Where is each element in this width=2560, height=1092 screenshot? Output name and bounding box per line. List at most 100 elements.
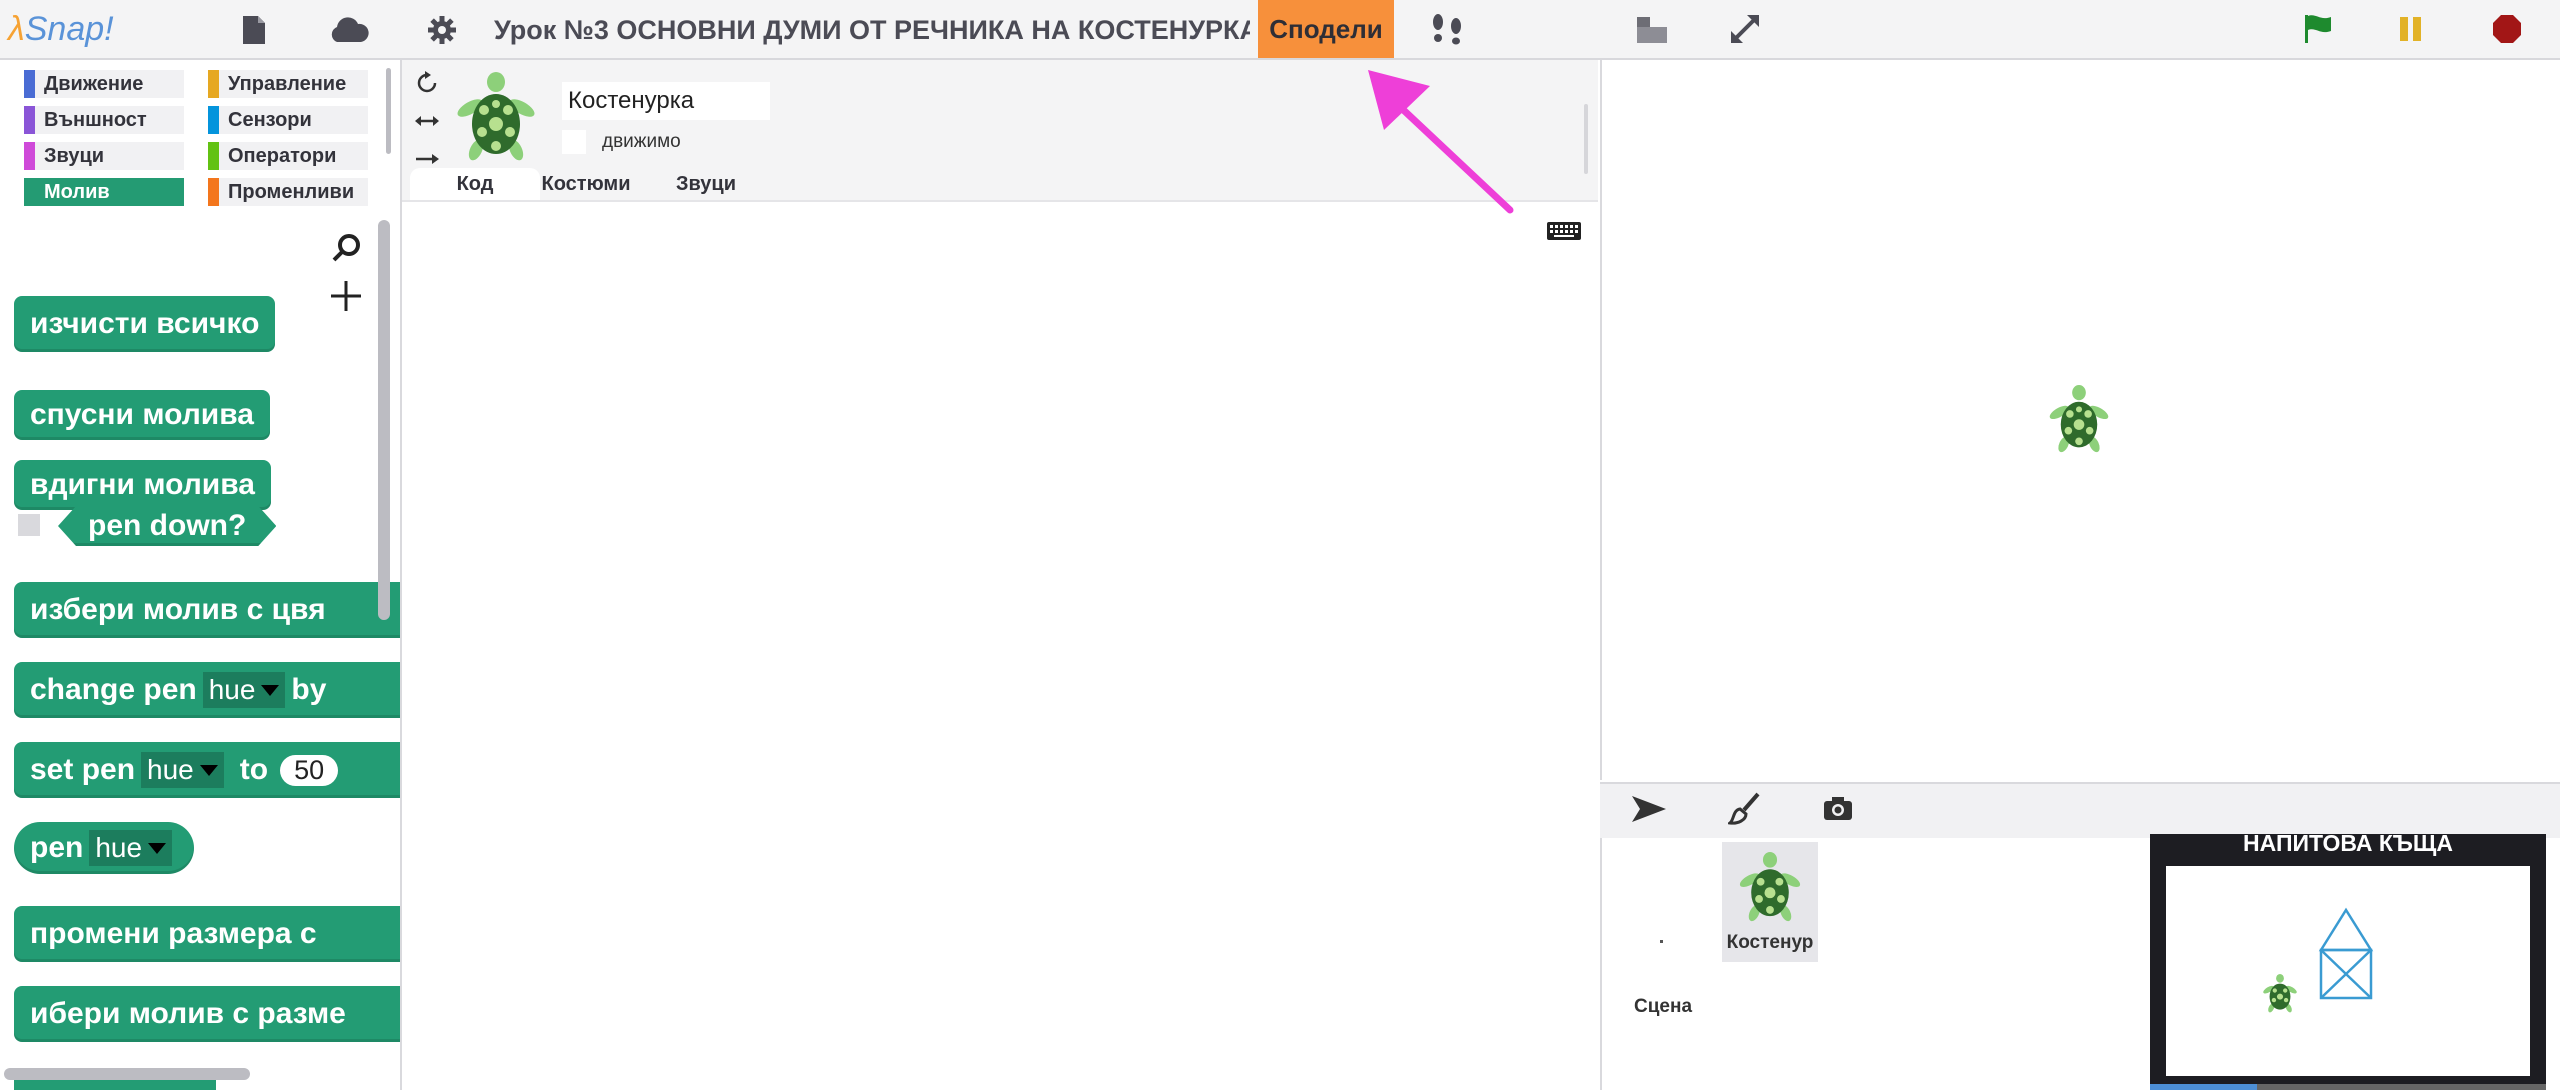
pen-reporter-block[interactable]: pen hue — [14, 822, 195, 874]
sprite-name-input[interactable] — [562, 82, 770, 120]
sensing-swatch — [208, 106, 219, 134]
block-label: спусни молива — [30, 398, 254, 431]
category-sound[interactable]: Звуци — [24, 142, 184, 170]
file-icon[interactable] — [236, 14, 272, 46]
video-progress-fill — [2150, 1084, 2257, 1090]
add-block-icon[interactable] — [328, 278, 364, 314]
value-input[interactable]: 50 — [280, 754, 339, 786]
sprite-bar-scrollbar[interactable] — [1584, 104, 1588, 174]
pen-swatch — [24, 178, 35, 206]
gear-icon[interactable] — [424, 14, 460, 46]
category-pen[interactable]: Молив — [24, 178, 184, 206]
category-label: Молив — [44, 180, 110, 203]
green-flag-icon[interactable] — [2300, 12, 2336, 46]
overlay-stage-preview — [2166, 866, 2530, 1076]
block-label: pen down? — [88, 509, 247, 542]
overlay-turtle-icon — [2263, 974, 2297, 1013]
operators-swatch — [208, 142, 219, 170]
pen-down-predicate-block[interactable]: pen down? — [58, 506, 276, 546]
logo-lambda: λ — [8, 9, 25, 48]
logo-text: Snap! — [24, 9, 114, 48]
watcher-checkbox[interactable] — [18, 514, 40, 536]
tab-label: Костюми — [541, 172, 631, 195]
stage-thumbnail[interactable] — [1660, 940, 1663, 943]
set-size-block[interactable]: ибери молив с разме — [14, 986, 400, 1042]
category-variables[interactable]: Променливи — [208, 178, 368, 206]
footprints-icon[interactable] — [1428, 12, 1468, 46]
video-overlay: НАПИТОВА КЪЩА — [2150, 834, 2546, 1090]
clear-block[interactable]: изчисти всичко — [14, 296, 276, 352]
hue-dropdown[interactable]: hue — [89, 830, 173, 866]
looks-swatch — [24, 106, 35, 134]
stage-thumbnail-label: Сцена — [1634, 996, 1693, 1017]
tab-costumes[interactable]: Костюми — [530, 168, 642, 200]
snap-logo[interactable]: λ Snap! — [8, 8, 114, 50]
block-label: промени размера с — [30, 917, 317, 950]
stop-icon[interactable] — [2490, 12, 2524, 46]
share-button[interactable]: Сподели — [1258, 0, 1394, 58]
block-label: set pen — [30, 753, 136, 786]
block-label: change pen — [30, 673, 197, 706]
scripting-area[interactable] — [402, 200, 1598, 1092]
corral-toolbar — [1600, 782, 2560, 840]
tab-code[interactable]: Код — [410, 168, 540, 200]
palette-scrollbar-horizontal[interactable] — [4, 1068, 250, 1080]
pen-up-block[interactable]: вдигни молива — [14, 460, 271, 510]
set-pen-color-block[interactable]: избери молив с цвя — [14, 582, 400, 638]
category-label: Движение — [44, 72, 144, 95]
flip-style-icon[interactable] — [414, 108, 440, 134]
block-label: ибери молив с разме — [30, 997, 346, 1030]
sound-swatch — [24, 142, 35, 170]
paintbrush-icon[interactable] — [1726, 792, 1764, 828]
control-swatch — [208, 70, 219, 98]
set-pen-block[interactable]: set pen hue to 50 — [14, 742, 400, 798]
search-icon[interactable] — [330, 232, 364, 266]
category-operators[interactable]: Оператори — [208, 142, 368, 170]
motion-swatch — [24, 70, 35, 98]
pen-blocks: изчисти всичко спусни молива вдигни моли… — [0, 220, 400, 1090]
stage-size-icon[interactable] — [1634, 14, 1670, 46]
pause-icon[interactable] — [2396, 14, 2426, 44]
variables-swatch — [208, 178, 219, 206]
tab-label: Код — [456, 172, 494, 195]
rotate-style-icon[interactable] — [414, 70, 440, 96]
turtle-sprite-on-stage[interactable] — [2044, 382, 2114, 458]
project-title: Урок №3 ОСНОВНИ ДУМИ ОТ РЕЧНИКА НА КОСТЕ… — [494, 15, 1250, 45]
category-control[interactable]: Управление — [208, 70, 368, 98]
category-sensing[interactable]: Сензори — [208, 106, 368, 134]
video-progress-bar[interactable] — [2150, 1084, 2546, 1090]
category-selector: Движение Управление Външност Сензори Зву… — [0, 60, 400, 212]
block-label: вдигни молива — [30, 468, 255, 501]
category-looks[interactable]: Външност — [24, 106, 184, 134]
block-label: pen — [30, 831, 84, 864]
stage[interactable] — [1600, 60, 2560, 780]
category-label: Сензори — [228, 108, 312, 131]
top-bar: λ Snap! Урок №3 ОСНОВНИ ДУМИ ОТ РЕЧНИКА Н… — [0, 0, 2560, 60]
category-label: Звуци — [44, 144, 105, 167]
block-palette: Движение Управление Външност Сензори Зву… — [0, 60, 402, 1090]
camera-icon[interactable] — [1822, 794, 1858, 828]
sprite-thumbnail-label: Костенур — [1726, 932, 1814, 953]
palette-scrollbar-vertical[interactable] — [378, 220, 390, 620]
fullscreen-icon[interactable] — [1726, 12, 1764, 46]
draggable-checkbox[interactable] — [562, 130, 586, 154]
block-label: избери молив с цвя — [30, 593, 326, 626]
category-motion[interactable]: Движение — [24, 70, 184, 98]
keyboard-icon[interactable] — [1544, 218, 1584, 244]
category-label: Оператори — [228, 144, 337, 167]
tab-sounds[interactable]: Звуци — [656, 168, 756, 200]
hue-dropdown[interactable]: hue — [202, 672, 286, 708]
turtle-arrow-icon[interactable] — [1630, 794, 1670, 828]
draggable-toggle[interactable]: движимо — [562, 130, 681, 154]
change-pen-block[interactable]: change pen hue by — [14, 662, 400, 718]
pen-down-block[interactable]: спусни молива — [14, 390, 270, 440]
draggable-label: движимо — [602, 131, 681, 152]
category-label: Променливи — [228, 180, 355, 203]
tab-label: Звуци — [675, 172, 737, 195]
cloud-icon[interactable] — [328, 14, 370, 46]
category-label: Управление — [228, 72, 347, 95]
change-size-block[interactable]: промени размера с — [14, 906, 400, 962]
hue-dropdown[interactable]: hue — [141, 752, 224, 788]
category-scrollbar[interactable] — [386, 68, 391, 154]
overlay-title: НАПИТОВА КЪЩА — [2243, 834, 2453, 856]
